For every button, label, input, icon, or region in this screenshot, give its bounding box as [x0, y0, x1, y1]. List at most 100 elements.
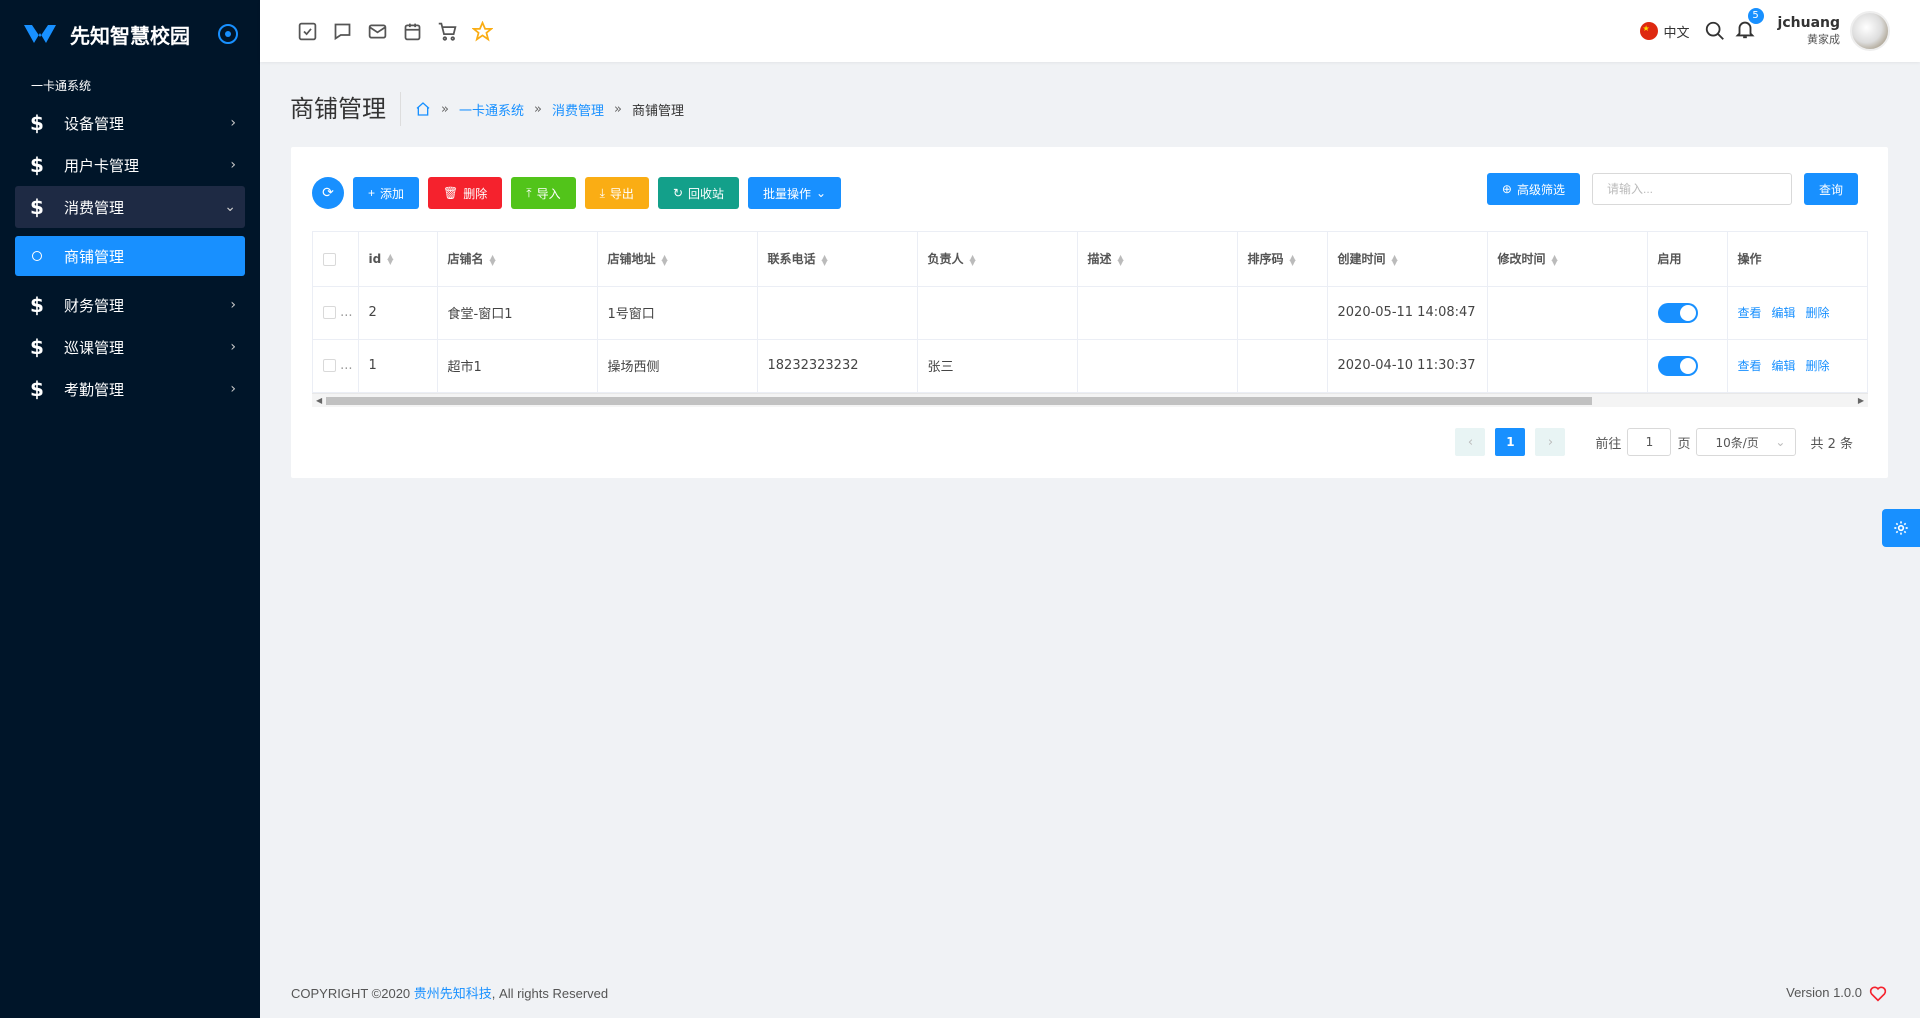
- sidebar-item-finance[interactable]: $ 财务管理 ›: [0, 284, 260, 326]
- page-number-current[interactable]: 1: [1495, 428, 1526, 456]
- avatar[interactable]: [1850, 11, 1890, 51]
- circle-icon: [32, 251, 42, 261]
- advanced-filter-button[interactable]: ⊕ 高级筛选: [1486, 173, 1580, 205]
- recycle-bin-button[interactable]: ↻ 回收站: [657, 177, 740, 209]
- edit-link[interactable]: 编辑: [1772, 306, 1796, 320]
- footer-right: Version 1.0.0: [1786, 983, 1888, 1002]
- search-tools: ⊕ 高级筛选 查询: [1486, 173, 1858, 205]
- scrollbar-thumb[interactable]: [326, 397, 1592, 405]
- query-label: 查询: [1818, 182, 1843, 197]
- column-header-id[interactable]: id ▲ ▼: [358, 232, 438, 287]
- cell-owner: 张三: [917, 339, 1078, 393]
- select-all-checkbox[interactable]: [323, 252, 336, 266]
- edit-link[interactable]: 编辑: [1772, 359, 1796, 373]
- enabled-toggle[interactable]: [1657, 302, 1698, 323]
- next-page-button[interactable]: ›: [1535, 428, 1566, 456]
- goto-page-input[interactable]: 1: [1627, 428, 1672, 456]
- chevron-right-icon: ›: [230, 381, 236, 397]
- sidebar-item-attendance[interactable]: $ 考勤管理 ›: [0, 368, 260, 410]
- import-button[interactable]: ⤒ 导入: [511, 177, 576, 209]
- language-switch[interactable]: 中文: [1664, 22, 1690, 41]
- sort-icon[interactable]: ▲ ▼: [1118, 253, 1124, 266]
- heart-icon: [1869, 985, 1887, 1002]
- column-header-modified[interactable]: 修改时间 ▲ ▼: [1487, 232, 1648, 287]
- export-button[interactable]: ⤓ 导出: [584, 177, 649, 209]
- search-input[interactable]: [1591, 173, 1792, 205]
- sort-icon[interactable]: ▲ ▼: [387, 253, 393, 266]
- column-header-desc[interactable]: 描述 ▲ ▼: [1077, 232, 1238, 287]
- column-label: 排序码: [1247, 252, 1284, 267]
- cell-modified: [1487, 339, 1648, 393]
- prev-page-button[interactable]: ‹: [1455, 428, 1486, 456]
- cell-id: 1: [358, 339, 438, 393]
- user-name: jchuang: [1777, 15, 1840, 31]
- home-icon[interactable]: [415, 101, 431, 117]
- breadcrumb-link[interactable]: 一卡通系统: [459, 100, 524, 119]
- view-link[interactable]: 查看: [1738, 359, 1762, 373]
- delete-link[interactable]: 删除: [1806, 306, 1830, 320]
- column-label: 描述: [1087, 252, 1112, 267]
- top-header: 中文 5 jchuang 黄家成: [260, 0, 1920, 62]
- cell-phone: 18232323232: [757, 339, 918, 393]
- sidebar-item-consume[interactable]: $ 消费管理 ⌄: [15, 186, 245, 228]
- row-checkbox[interactable]: [323, 359, 336, 372]
- delete-button[interactable]: 🗑 删除: [428, 177, 503, 209]
- query-button[interactable]: 查询: [1803, 173, 1858, 205]
- footer: COPYRIGHT ©2020 贵州先知科技, All rights Reser…: [291, 983, 1888, 1002]
- user-info[interactable]: jchuang 黄家成: [1778, 15, 1840, 47]
- column-header-phone[interactable]: 联系电话 ▲ ▼: [757, 232, 918, 287]
- column-header-sort[interactable]: 排序码 ▲ ▼: [1237, 232, 1328, 287]
- breadcrumb-current: 商铺管理: [631, 103, 684, 119]
- row-select-cell[interactable]: ...: [313, 286, 359, 340]
- star-icon[interactable]: [472, 20, 493, 42]
- sort-icon[interactable]: ▲ ▼: [1392, 253, 1398, 266]
- add-button[interactable]: + 添加: [353, 177, 420, 209]
- settings-float-button[interactable]: [1882, 509, 1920, 547]
- sort-icon[interactable]: ▲ ▼: [1552, 253, 1558, 266]
- view-link[interactable]: 查看: [1738, 306, 1762, 320]
- horizontal-scrollbar[interactable]: ◀ ▶: [312, 393, 1868, 407]
- scroll-left-icon[interactable]: ◀: [316, 394, 322, 408]
- row-select-cell[interactable]: ...: [313, 339, 359, 393]
- checkbox-icon[interactable]: [297, 21, 318, 42]
- advanced-filter-label: 高级筛选: [1516, 182, 1565, 197]
- row-expand-ellipsis[interactable]: ...: [340, 358, 352, 373]
- row-checkbox[interactable]: [323, 306, 336, 319]
- sort-icon[interactable]: ▲ ▼: [822, 253, 828, 266]
- mail-icon[interactable]: [367, 21, 388, 42]
- page-unit-label: 页: [1677, 436, 1691, 452]
- column-header-created[interactable]: 创建时间 ▲ ▼: [1327, 232, 1488, 287]
- dollar-icon: $: [30, 293, 44, 317]
- delete-link[interactable]: 删除: [1806, 359, 1830, 373]
- cart-icon[interactable]: [437, 21, 458, 42]
- sort-icon[interactable]: ▲ ▼: [1290, 253, 1296, 266]
- row-expand-ellipsis[interactable]: ...: [340, 305, 352, 320]
- calendar-icon[interactable]: [402, 21, 423, 42]
- refresh-button[interactable]: ⟳: [312, 177, 344, 209]
- search-icon[interactable]: [1704, 20, 1726, 42]
- sort-icon[interactable]: ▲ ▼: [970, 253, 976, 266]
- column-header-owner[interactable]: 负责人 ▲ ▼: [917, 232, 1078, 287]
- sidebar-item-usercard[interactable]: $ 用户卡管理 ›: [0, 144, 260, 186]
- sidebar-toggle-icon[interactable]: [218, 24, 238, 44]
- breadcrumb-separator: »: [613, 101, 622, 117]
- column-header-name[interactable]: 店铺名 ▲ ▼: [437, 232, 598, 287]
- chevron-down-icon: ⌄: [224, 199, 236, 215]
- sidebar-item-patrol[interactable]: $ 巡课管理 ›: [0, 326, 260, 368]
- sidebar-item-device[interactable]: $ 设备管理 ›: [0, 102, 260, 144]
- column-header-actions: 操作: [1727, 232, 1867, 287]
- batch-actions-dropdown[interactable]: 批量操作 ⌄: [748, 177, 842, 209]
- sort-icon[interactable]: ▲ ▼: [662, 253, 668, 266]
- sidebar-item-shop[interactable]: 商铺管理: [15, 236, 245, 276]
- china-flag-icon[interactable]: [1639, 22, 1658, 40]
- column-header-address[interactable]: 店铺地址 ▲ ▼: [597, 232, 758, 287]
- enabled-toggle[interactable]: [1657, 355, 1698, 376]
- sort-icon[interactable]: ▲ ▼: [490, 253, 496, 266]
- company-link[interactable]: 贵州先知科技: [414, 986, 492, 1001]
- select-all-cell[interactable]: [313, 232, 359, 287]
- chat-icon[interactable]: [332, 21, 353, 42]
- notification-bell[interactable]: 5: [1734, 8, 1764, 44]
- scroll-right-icon[interactable]: ▶: [1858, 394, 1864, 408]
- page-size-select[interactable]: 10条/页 ⌄: [1696, 428, 1797, 456]
- breadcrumb-link[interactable]: 消费管理: [552, 100, 604, 119]
